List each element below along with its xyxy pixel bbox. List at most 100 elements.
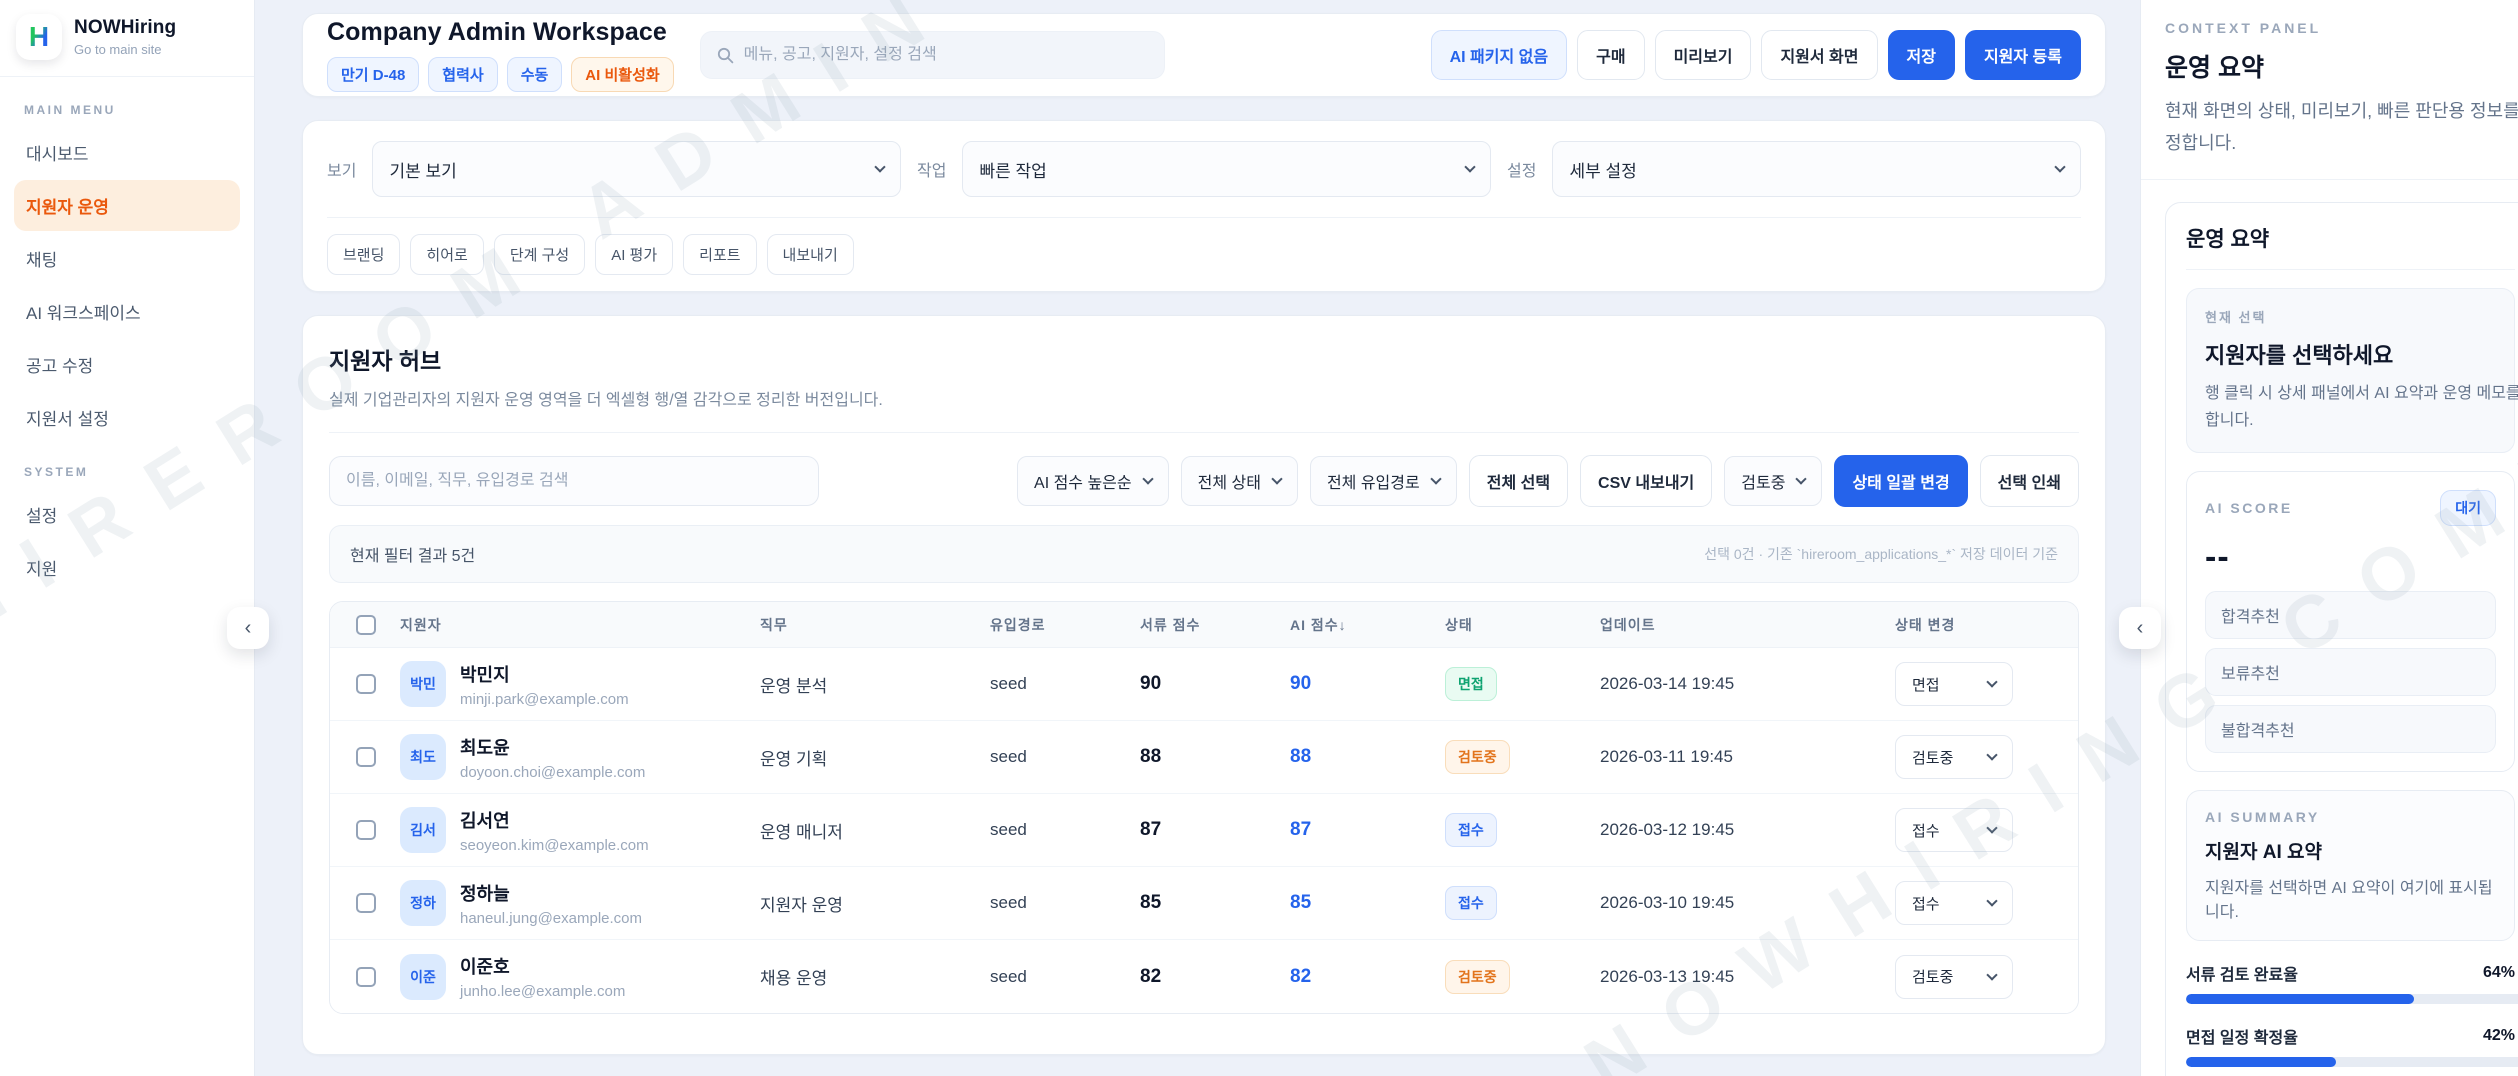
- role-cell: 지원자 운영: [760, 891, 990, 916]
- status-badge: 접수: [1445, 813, 1497, 847]
- chip-ai-eval[interactable]: AI 평가: [595, 234, 673, 275]
- chevron-down-icon: [1986, 895, 1997, 906]
- table-row[interactable]: 최도 최도윤 doyoon.choi@example.com 운영 기획 see…: [330, 721, 2078, 794]
- applicant-hub-card: 지원자 허브 실제 기업관리자의 지원자 운영 영역을 더 엑셀형 행/열 감각…: [302, 315, 2106, 1055]
- select-all-button[interactable]: 전체 선택: [1469, 455, 1568, 507]
- purchase-button[interactable]: 구매: [1577, 30, 1644, 80]
- sidebar-item-settings[interactable]: 설정: [14, 489, 240, 540]
- recommend-pass-button[interactable]: 합격추천: [2205, 591, 2496, 639]
- sidebar-item-edit-posting[interactable]: 공고 수정: [14, 339, 240, 390]
- ai-score-cell: 87: [1290, 819, 1445, 841]
- global-search-input[interactable]: [744, 46, 1148, 64]
- sort-select[interactable]: AI 점수 높은순: [1017, 456, 1169, 506]
- recommend-fail-button[interactable]: 불합격추천: [2205, 705, 2496, 753]
- action-select[interactable]: 빠른 작업: [962, 141, 1491, 197]
- csv-export-button[interactable]: CSV 내보내기: [1580, 455, 1712, 507]
- ai-score-status-badge: 대기: [2440, 490, 2496, 526]
- page-title: Company Admin Workspace: [327, 18, 674, 47]
- source-cell: seed: [990, 820, 1140, 840]
- table-row[interactable]: 박민 박민지 minji.park@example.com 운영 분석 seed…: [330, 648, 2078, 721]
- source-cell: seed: [990, 967, 1140, 987]
- sidebar-item-chat[interactable]: 채팅: [14, 233, 240, 284]
- preview-button[interactable]: 미리보기: [1655, 30, 1752, 80]
- print-selected-button[interactable]: 선택 인쇄: [1980, 455, 2079, 507]
- chip-branding[interactable]: 브랜딩: [327, 234, 400, 275]
- row-status-value: 검토중: [1912, 747, 1953, 768]
- ai-score-label: AI SCORE: [2205, 500, 2293, 516]
- row-checkbox[interactable]: [356, 674, 376, 694]
- current-selection-label: 현재 선택: [2205, 307, 2496, 326]
- col-ai-score-sort[interactable]: AI 점수↓: [1290, 615, 1445, 635]
- role-cell: 운영 기획: [760, 745, 990, 770]
- row-checkbox[interactable]: [356, 747, 376, 767]
- filter-result-bar: 현재 필터 결과 5건 선택 0건 · 기존 `hireroom_applica…: [329, 525, 2079, 583]
- chip-hero[interactable]: 히어로: [410, 234, 483, 275]
- select-all-checkbox[interactable]: [356, 615, 376, 635]
- chip-report[interactable]: 리포트: [683, 234, 756, 275]
- register-applicant-button[interactable]: 지원자 등록: [1965, 30, 2081, 80]
- sidebar-item-dashboard[interactable]: 대시보드: [14, 127, 240, 178]
- row-checkbox[interactable]: [356, 820, 376, 840]
- application-screen-button[interactable]: 지원서 화면: [1761, 30, 1877, 80]
- row-checkbox[interactable]: [356, 967, 376, 987]
- panel-collapse-button[interactable]: ‹: [2119, 607, 2161, 649]
- updated-cell: 2026-03-13 19:45: [1600, 967, 1895, 987]
- row-status-select[interactable]: 검토중: [1895, 735, 2013, 779]
- chip-export[interactable]: 내보내기: [767, 234, 854, 275]
- sidebar-item-application-settings[interactable]: 지원서 설정: [14, 392, 240, 443]
- ai-score-cell: 90: [1290, 673, 1445, 695]
- bulk-status-select[interactable]: 검토중: [1724, 456, 1822, 506]
- row-status-value: 면접: [1912, 674, 1940, 695]
- view-select[interactable]: 기본 보기: [372, 141, 901, 197]
- badge-manual: 수동: [507, 57, 563, 92]
- ai-summary-description: 지원자를 선택하면 AI 요약이 여기에 표시됩니다.: [2205, 874, 2496, 922]
- ops-summary-card: 운영 요약 현재 선택 지원자를 선택하세요 행 클릭 시 상세 패널에서 AI…: [2165, 202, 2518, 1076]
- applicant-name: 최도윤: [460, 734, 645, 760]
- row-status-select[interactable]: 접수: [1895, 881, 2013, 925]
- role-cell: 운영 분석: [760, 672, 990, 697]
- applicant-cell: 박민 박민지 minji.park@example.com: [400, 661, 760, 708]
- status-filter-select[interactable]: 전체 상태: [1181, 456, 1298, 506]
- ai-package-button[interactable]: AI 패키지 없음: [1431, 30, 1568, 80]
- col-doc-score: 서류 점수: [1140, 615, 1290, 635]
- metric-doc-review: 서류 검토 완료율 64%: [2186, 961, 2515, 1004]
- bulk-status-apply-button[interactable]: 상태 일괄 변경: [1834, 455, 1967, 507]
- ai-score-cell: 82: [1290, 966, 1445, 988]
- table-row[interactable]: 이준 이준호 junho.lee@example.com 채용 운영 seed …: [330, 940, 2078, 1013]
- table-row[interactable]: 김서 김서연 seoyeon.kim@example.com 운영 매니저 se…: [330, 794, 2078, 867]
- badge-partner: 협력사: [428, 57, 497, 92]
- sidebar-item-support[interactable]: 지원: [14, 542, 240, 593]
- applicant-name: 이준호: [460, 953, 625, 979]
- chip-stages[interactable]: 단계 구성: [494, 234, 585, 275]
- global-search-box[interactable]: [700, 31, 1165, 79]
- updated-cell: 2026-03-11 19:45: [1600, 747, 1895, 767]
- sidebar-collapse-button[interactable]: ‹: [227, 607, 269, 649]
- source-filter-select[interactable]: 전체 유입경로: [1310, 456, 1457, 506]
- header-actions: AI 패키지 없음 구매 미리보기 지원서 화면 저장 지원자 등록: [1431, 30, 2081, 80]
- go-to-main-site-link[interactable]: Go to main site: [74, 42, 176, 57]
- doc-score-cell: 88: [1140, 746, 1290, 768]
- chevron-down-icon: [1430, 473, 1441, 484]
- recommend-hold-button[interactable]: 보류추천: [2205, 648, 2496, 696]
- sidebar-item-ai-workspace[interactable]: AI 워크스페이스: [14, 286, 240, 337]
- setting-select[interactable]: 세부 설정: [1552, 141, 2081, 197]
- row-status-select[interactable]: 검토중: [1895, 955, 2013, 999]
- workspace-title-block: Company Admin Workspace 만기 D-48 협력사 수동 A…: [327, 18, 674, 92]
- col-role: 직무: [760, 615, 990, 635]
- brand-logo[interactable]: H: [16, 14, 62, 60]
- status-badge: 검토중: [1445, 740, 1510, 774]
- row-status-select[interactable]: 면접: [1895, 662, 2013, 706]
- row-checkbox[interactable]: [356, 893, 376, 913]
- quick-chips: 브랜딩 히어로 단계 구성 AI 평가 리포트 내보내기: [327, 218, 2081, 275]
- ai-summary-title: 지원자 AI 요약: [2205, 837, 2496, 864]
- save-button[interactable]: 저장: [1888, 30, 1955, 80]
- workspace-header-card: Company Admin Workspace 만기 D-48 협력사 수동 A…: [302, 13, 2106, 97]
- context-panel: CONTEXT PANEL 운영 요약 현재 화면의 상태, 미리보기, 빠른 …: [2140, 0, 2518, 1076]
- main-content: Company Admin Workspace 만기 D-48 협력사 수동 A…: [255, 0, 2140, 1076]
- applicant-search-input[interactable]: [346, 472, 802, 490]
- applicant-search-box[interactable]: [329, 456, 819, 506]
- sidebar-item-applicant-ops[interactable]: 지원자 운영: [14, 180, 240, 231]
- row-status-select[interactable]: 접수: [1895, 808, 2013, 852]
- table-row[interactable]: 정하 정하늘 haneul.jung@example.com 지원자 운영 se…: [330, 867, 2078, 940]
- ai-summary-label: AI SUMMARY: [2205, 809, 2496, 825]
